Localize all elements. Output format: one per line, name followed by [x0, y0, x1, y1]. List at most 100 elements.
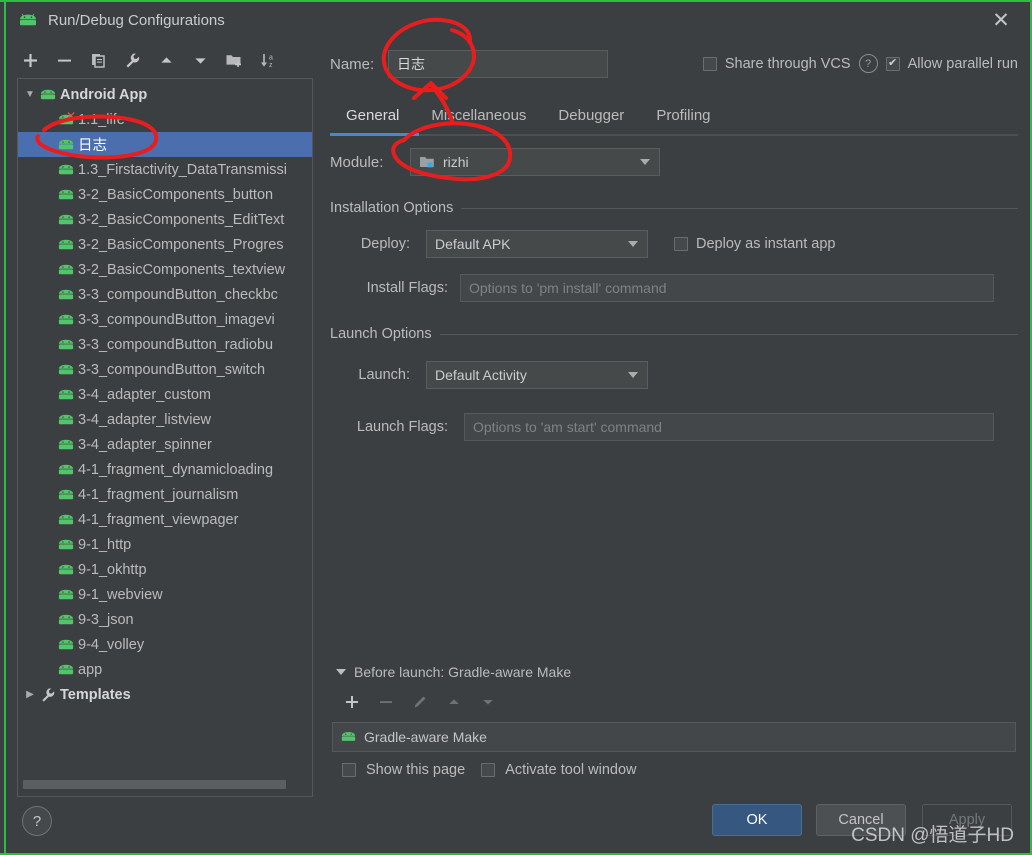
move-down-button[interactable]: [186, 47, 214, 73]
install-flags-input[interactable]: [460, 274, 994, 302]
android-icon: ✕: [56, 110, 76, 125]
allow-parallel-run-checkbox[interactable]: [885, 56, 900, 71]
tree-config-row[interactable]: 4-1_fragment_viewpager: [18, 507, 312, 532]
tree-config-row[interactable]: 3-2_BasicComponents_textview: [18, 257, 312, 282]
android-icon: [56, 339, 76, 350]
tree-config-row[interactable]: 4-1_fragment_journalism: [18, 482, 312, 507]
apply-button: Apply: [922, 804, 1012, 836]
tab-general[interactable]: General: [330, 100, 415, 132]
tree-config-row[interactable]: app: [18, 657, 312, 682]
android-icon: [56, 314, 76, 325]
cancel-button[interactable]: Cancel: [816, 804, 906, 836]
tree-item-label: 3-2_BasicComponents_button: [78, 186, 274, 203]
android-icon: [56, 464, 76, 475]
launch-options-title: Launch Options: [330, 326, 432, 342]
configurations-tree: ▼ Android App ✕ 1.1_life 日志 1.3_Firstacti…: [18, 82, 312, 707]
android-icon: [56, 664, 76, 675]
deploy-instant-app-checkbox[interactable]: [674, 237, 688, 251]
svg-text:z: z: [269, 62, 273, 69]
show-this-page-checkbox[interactable]: [342, 763, 356, 777]
tree-config-row[interactable]: 9-1_http: [18, 532, 312, 557]
tab-profiling[interactable]: Profiling: [640, 100, 726, 132]
activate-tool-window-label: Activate tool window: [505, 762, 637, 778]
page-title: Run/Debug Configurations: [48, 11, 225, 29]
tree-group-row[interactable]: ▶ Templates: [18, 682, 312, 707]
tab-underline-track: [330, 134, 1018, 136]
add-configuration-button[interactable]: [16, 47, 44, 73]
tree-config-row[interactable]: 1.3_Firstactivity_DataTransmissi: [18, 157, 312, 182]
tab-miscellaneous[interactable]: Miscellaneous: [415, 100, 542, 132]
tree-config-row[interactable]: 9-1_webview: [18, 582, 312, 607]
launch-options-section: Launch Options: [330, 326, 1018, 342]
tree-config-row[interactable]: 3-3_compoundButton_imagevi: [18, 307, 312, 332]
android-icon: [56, 264, 76, 275]
launch-flags-input[interactable]: [464, 413, 994, 441]
tree-horizontal-scrollbar-thumb[interactable]: [23, 780, 286, 789]
tree-group-row[interactable]: ▼ Android App: [18, 82, 312, 107]
tree-config-row[interactable]: 9-3_json: [18, 607, 312, 632]
help-icon[interactable]: ?: [858, 54, 878, 73]
chevron-down-icon[interactable]: ▼: [22, 89, 38, 100]
tree-config-row[interactable]: ✕ 1.1_life: [18, 107, 312, 132]
launch-dropdown[interactable]: Default Activity: [426, 361, 648, 389]
tree-config-row[interactable]: 3-2_BasicComponents_button: [18, 182, 312, 207]
remove-configuration-button[interactable]: [50, 47, 78, 73]
configurations-tree-panel[interactable]: ▼ Android App ✕ 1.1_life 日志 1.3_Firstacti…: [17, 78, 313, 797]
tree-horizontal-scrollbar-track[interactable]: [19, 780, 312, 793]
android-icon: [38, 89, 58, 100]
tree-item-label: 3-3_compoundButton_checkbc: [78, 286, 278, 303]
tree-item-label: 4-1_fragment_dynamicloading: [78, 461, 274, 478]
android-icon: [56, 539, 76, 550]
before-launch-list[interactable]: Gradle-aware Make: [332, 722, 1016, 752]
module-dropdown[interactable]: rizhi: [410, 148, 660, 176]
wrench-icon[interactable]: [118, 47, 146, 73]
android-icon: [56, 389, 76, 400]
tree-config-row[interactable]: 3-4_adapter_listview: [18, 407, 312, 432]
tree-item-label: 9-1_http: [78, 536, 132, 553]
tree-item-label: 3-4_adapter_custom: [78, 386, 211, 403]
install-flags-label: Install Flags:: [366, 280, 448, 296]
close-icon[interactable]: ✕: [986, 2, 1016, 38]
tree-config-row[interactable]: 3-3_compoundButton_radiobu: [18, 332, 312, 357]
launch-flags-label: Launch Flags:: [356, 419, 448, 435]
chevron-down-icon[interactable]: [336, 669, 346, 675]
tree-config-row[interactable]: 9-1_okhttp: [18, 557, 312, 582]
launch-flags-row: Launch Flags:: [352, 413, 994, 441]
tree-config-row[interactable]: 3-2_BasicComponents_EditText: [18, 207, 312, 232]
copy-configuration-button[interactable]: [84, 47, 112, 73]
android-icon: [18, 10, 38, 30]
tree-config-row[interactable]: 4-1_fragment_dynamicloading: [18, 457, 312, 482]
folder-add-icon[interactable]: [220, 47, 248, 73]
tree-config-row[interactable]: 3-4_adapter_spinner: [18, 432, 312, 457]
tree-item-label: 3-2_BasicComponents_textview: [78, 261, 286, 278]
share-through-vcs-checkbox[interactable]: [702, 56, 717, 71]
deploy-dropdown[interactable]: Default APK: [426, 230, 648, 258]
android-icon: [56, 514, 76, 525]
tree-item-label: 3-3_compoundButton_imagevi: [78, 311, 275, 328]
tree-config-row[interactable]: 9-4_volley: [18, 632, 312, 657]
error-badge-icon: ✕: [65, 109, 76, 123]
section-divider: [461, 207, 1018, 209]
help-button[interactable]: ?: [22, 806, 52, 836]
tree-config-row[interactable]: 3-4_adapter_custom: [18, 382, 312, 407]
ok-button[interactable]: OK: [712, 804, 802, 836]
tree-config-row[interactable]: 3-3_compoundButton_switch: [18, 357, 312, 382]
sort-az-icon[interactable]: a z: [254, 47, 282, 73]
tree-config-row[interactable]: 3-3_compoundButton_checkbc: [18, 282, 312, 307]
tree-config-row[interactable]: 日志: [18, 132, 312, 157]
window-border-left: [4, 2, 6, 853]
deploy-value: Default APK: [435, 236, 511, 252]
tree-item-label: app: [78, 661, 103, 678]
tree-config-row[interactable]: 3-2_BasicComponents_Progres: [18, 232, 312, 257]
tree-item-label: 3-2_BasicComponents_Progres: [78, 236, 284, 253]
name-input[interactable]: [388, 50, 608, 78]
chevron-right-icon[interactable]: ▶: [22, 689, 38, 700]
tree-item-label: 3-4_adapter_spinner: [78, 436, 212, 453]
module-row: Module: rizhi: [330, 148, 660, 176]
tree-item-label: 9-3_json: [78, 611, 134, 628]
deploy-instant-app-label: Deploy as instant app: [696, 236, 836, 252]
before-launch-add-button[interactable]: [340, 690, 364, 714]
activate-tool-window-checkbox[interactable]: [481, 763, 496, 777]
move-up-button[interactable]: [152, 47, 180, 73]
tab-debugger[interactable]: Debugger: [542, 100, 640, 132]
